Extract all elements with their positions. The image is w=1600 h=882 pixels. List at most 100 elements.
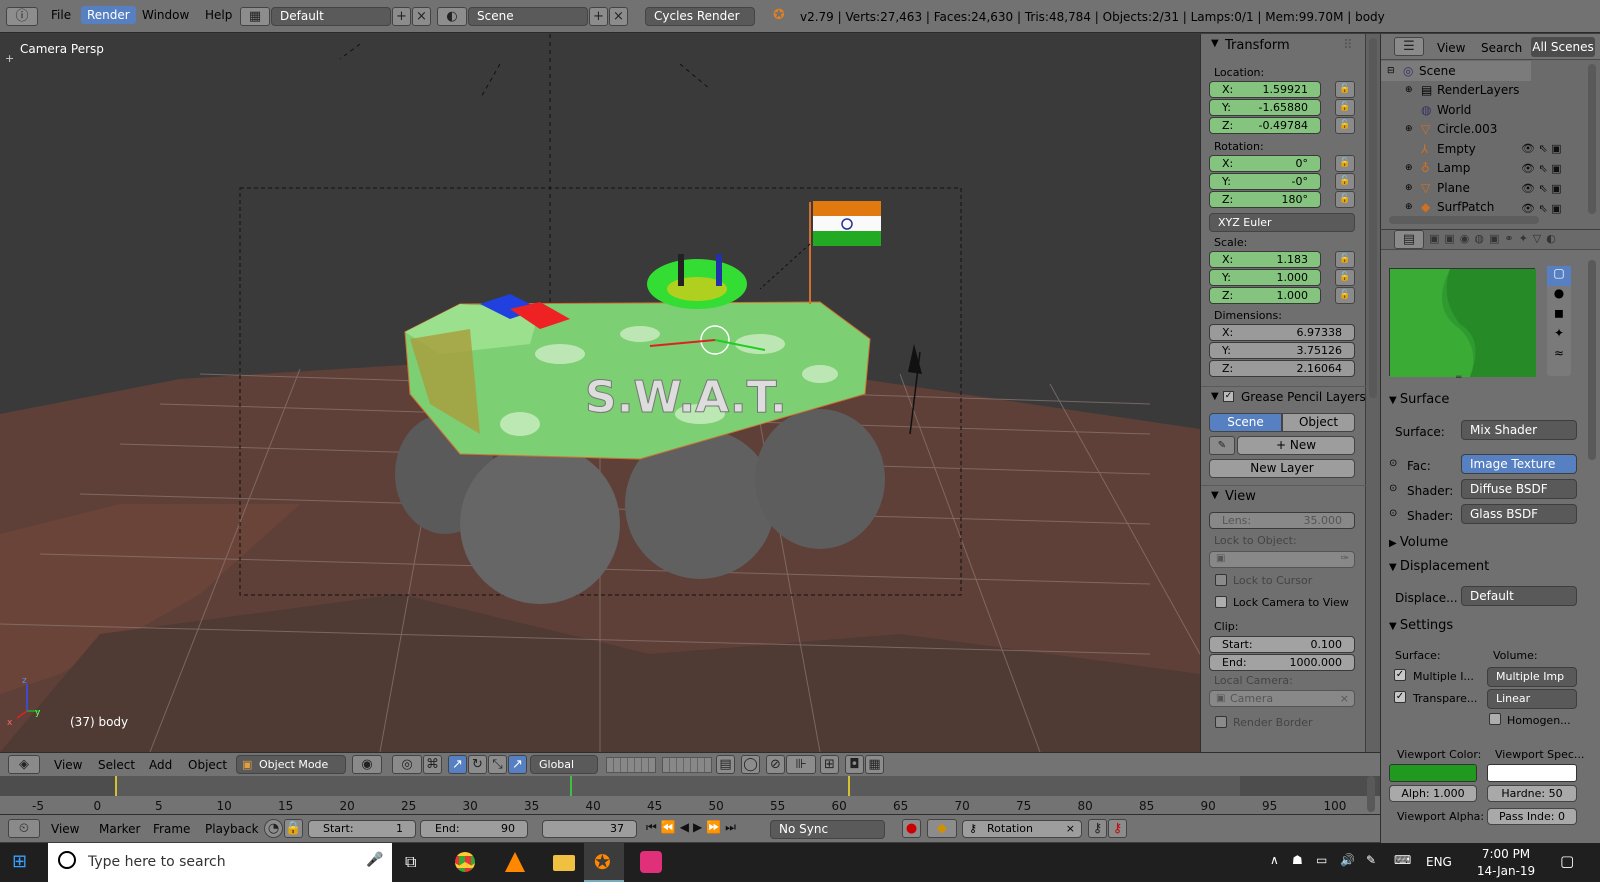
outliner-hscroll[interactable] <box>1389 216 1539 224</box>
layer-lock-icon[interactable]: ▤ <box>716 755 735 774</box>
outliner-item-circle[interactable]: ⊕ ▽ Circle.003 <box>1381 119 1581 139</box>
translate-manipulator-icon[interactable]: ↗ <box>448 755 467 774</box>
menu-file[interactable]: File <box>51 8 71 22</box>
menu-help[interactable]: Help <box>205 8 232 22</box>
lens-field[interactable]: Lens: 35.000 <box>1209 512 1355 529</box>
transform-icon[interactable]: ↗ <box>508 755 527 774</box>
timeline-menu-marker[interactable]: Marker <box>99 822 140 836</box>
restriction-columns[interactable]: 👁 ⇖ ▣ 👁 ⇖ ▣ 👁 ⇖ ▣ 👁 ⇖ ▣ <box>1521 139 1581 219</box>
file-explorer-icon[interactable] <box>553 855 575 871</box>
layout-selector[interactable]: Default <box>271 7 391 26</box>
alpha-field[interactable]: Alph: 1.000 <box>1389 785 1477 802</box>
properties-scrollbar[interactable] <box>1588 260 1596 460</box>
outliner-menu-search[interactable]: Search <box>1481 41 1522 55</box>
auto-keying-record-icon[interactable]: ● <box>902 819 921 838</box>
viewport-shading-icon[interactable]: ◉ <box>352 755 382 774</box>
pass-index-field[interactable]: Pass Inde: 0 <box>1487 808 1577 825</box>
new-layer-button[interactable]: New Layer <box>1209 459 1355 478</box>
windows-start-icon[interactable]: ⊞ <box>12 853 32 873</box>
grease-tab-scene[interactable]: Scene <box>1209 413 1282 432</box>
timeline-menu-view[interactable]: View <box>51 822 79 836</box>
timeline-editor[interactable]: -5 0 5 10 15 20 25 30 35 40 45 50 55 60 65 70 75 80 85 90 95… <box>0 776 1380 814</box>
shader2-select[interactable]: Glass BSDF <box>1461 504 1577 524</box>
clip-end-field[interactable]: End: 1000.000 <box>1209 654 1355 671</box>
vlc-icon[interactable] <box>505 852 525 872</box>
properties-editor-icon[interactable]: ▤ <box>1394 230 1424 249</box>
grease-pencil-header[interactable]: ▼ ✓ Grease Pencil Layers <box>1201 386 1366 408</box>
tray-pen-icon[interactable]: ✎ <box>1366 853 1376 867</box>
dimensions-z-field[interactable]: Z: 2.16064 <box>1209 360 1355 377</box>
snap-element-icon[interactable]: ⊪ <box>786 755 816 774</box>
microphone-icon[interactable]: 🎤 <box>366 852 383 868</box>
dimensions-x-field[interactable]: X: 6.97338 <box>1209 324 1355 341</box>
scene-icon[interactable]: ◐ <box>437 7 467 26</box>
preview-range-icon[interactable]: ◔ <box>264 819 283 838</box>
timeline-scrollbar[interactable] <box>1367 776 1375 812</box>
scene-layers-grid-2[interactable] <box>662 757 712 773</box>
outliner-menu-view[interactable]: View <box>1437 41 1465 55</box>
lock-rotation-y-icon[interactable]: 🔓 <box>1335 173 1355 190</box>
chrome-icon[interactable] <box>455 852 475 872</box>
lock-rotation-z-icon[interactable]: 🔓 <box>1335 191 1355 208</box>
keying-set-field[interactable]: ⚷ Rotation × <box>962 820 1082 838</box>
manipulator-toggle-icon[interactable]: ⌘ <box>423 755 442 774</box>
delete-keyframe-icon[interactable]: ⚷ <box>1108 819 1127 838</box>
clock-time[interactable]: 7:00 PM <box>1474 847 1538 861</box>
add-scene-button[interactable]: + <box>589 7 608 26</box>
clear-keying-icon[interactable]: × <box>1066 821 1075 837</box>
outliner-vscroll[interactable] <box>1588 64 1596 214</box>
view3d-editor-icon[interactable]: ◈ <box>8 755 40 774</box>
clip-start-field[interactable]: Start: 0.100 <box>1209 636 1355 653</box>
shader1-socket-icon[interactable]: ⊙ <box>1389 483 1397 494</box>
remove-layout-button[interactable]: × <box>412 7 431 26</box>
volume-interpolation-select[interactable]: Linear <box>1487 689 1577 709</box>
task-view-icon[interactable]: ⧉ <box>405 852 416 872</box>
outliner-item-world[interactable]: ◍ World <box>1381 100 1581 120</box>
lock-scale-z-icon[interactable]: 🔓 <box>1335 287 1355 304</box>
shader2-socket-icon[interactable]: ⊙ <box>1389 508 1397 519</box>
snap-target-icon[interactable]: ⊞ <box>820 755 839 774</box>
viewport-specular-swatch[interactable] <box>1487 764 1577 782</box>
viewport-color-swatch[interactable] <box>1389 764 1477 782</box>
insert-keyframe-icon[interactable]: ⚷ <box>1088 819 1107 838</box>
scale-manipulator-icon[interactable]: ⤡ <box>488 755 507 774</box>
hardness-field[interactable]: Hardne: 50 <box>1487 785 1577 802</box>
lock-location-x-icon[interactable]: 🔓 <box>1335 81 1355 98</box>
transform-orientation-select[interactable]: Global <box>530 755 598 774</box>
transparent-shadows-checkbox[interactable]: ✓ <box>1394 691 1406 703</box>
surface-panel-header[interactable]: ▼ Surface <box>1389 392 1449 407</box>
clock-date[interactable]: 14-Jan-19 <box>1474 864 1538 878</box>
grease-pencil-checkbox[interactable]: ✓ <box>1223 391 1234 402</box>
lock-scale-x-icon[interactable]: 🔓 <box>1335 251 1355 268</box>
render-border-checkbox[interactable] <box>1215 716 1227 728</box>
sync-mode-select[interactable]: No Sync <box>770 820 885 839</box>
outliner-item-scene[interactable]: ⊟ ◎ Scene <box>1381 61 1531 81</box>
start-frame-field[interactable]: Start: 1 <box>308 820 416 838</box>
shader1-select[interactable]: Diffuse BSDF <box>1461 479 1577 499</box>
scale-y-field[interactable]: Y: 1.000 <box>1209 269 1321 286</box>
tray-network-icon[interactable]: ☗ <box>1292 853 1303 867</box>
lock-location-z-icon[interactable]: 🔓 <box>1335 117 1355 134</box>
view3d-menu-object[interactable]: Object <box>188 758 227 772</box>
app-pink-icon[interactable] <box>640 851 662 873</box>
rotation-mode-select[interactable]: XYZ Euler <box>1209 213 1355 232</box>
menu-window[interactable]: Window <box>142 8 189 22</box>
timeline-menu-playback[interactable]: Playback <box>205 822 259 836</box>
keying-mode-icon[interactable]: ◆ <box>927 819 957 838</box>
rotate-manipulator-icon[interactable]: ↻ <box>468 755 487 774</box>
proportional-editing-icon[interactable]: ◯ <box>741 755 760 774</box>
eyedropper-icon[interactable]: ✑ <box>1341 553 1349 564</box>
volume-panel-header[interactable]: ▶ Volume <box>1389 535 1448 550</box>
taskbar-search-box[interactable]: Type here to search 🎤 <box>48 843 392 882</box>
tray-volume-icon[interactable]: 🔊 <box>1340 853 1355 867</box>
settings-panel-header[interactable]: ▼ Settings <box>1389 618 1453 633</box>
scale-z-field[interactable]: Z: 1.000 <box>1209 287 1321 304</box>
outliner-display-mode[interactable]: All Scenes <box>1531 37 1595 57</box>
lock-to-cursor-checkbox[interactable] <box>1215 574 1227 586</box>
outliner-editor-icon[interactable]: ☰ <box>1394 37 1424 56</box>
multiple-importance-checkbox[interactable]: ✓ <box>1394 669 1406 681</box>
displacement-panel-header[interactable]: ▼ Displacement <box>1389 559 1489 574</box>
interaction-mode-select[interactable]: ▣ Object Mode <box>236 755 346 774</box>
grease-new-button[interactable]: + New <box>1237 436 1355 455</box>
blender-taskbar-button[interactable]: ✪ <box>584 843 624 882</box>
